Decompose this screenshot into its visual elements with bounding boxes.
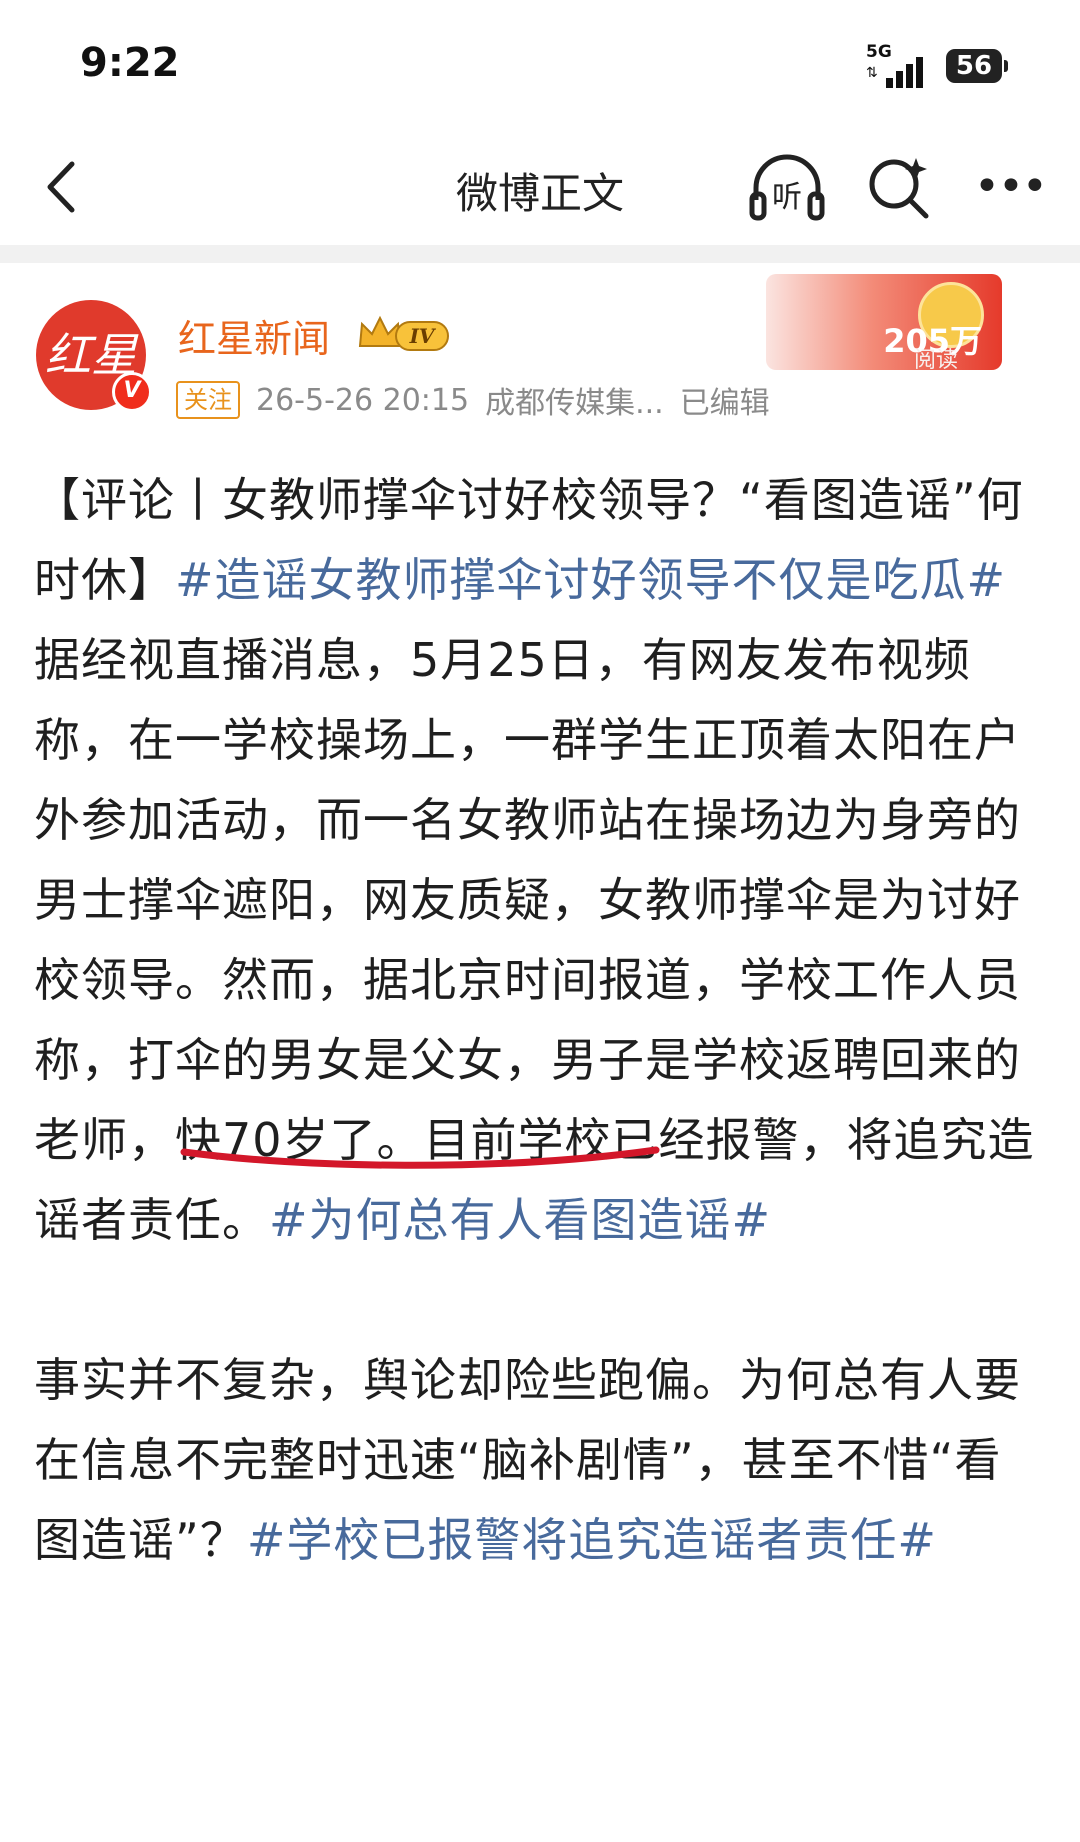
verify-mark: V <box>123 378 141 403</box>
signal-icon: 5G ⇅ <box>866 44 936 88</box>
hashtag-link[interactable]: #学校已报警将追究造谣者责任# <box>247 1513 937 1567</box>
battery-level: 56 <box>955 51 993 81</box>
post-timestamp: 26-5-26 20:15 <box>256 382 470 418</box>
read-label: 阅读 <box>913 348 958 371</box>
level-label: IV <box>409 324 437 348</box>
battery-icon: 56 <box>946 49 1008 83</box>
post-paragraph-2: 事实并不复杂，舆论却险些跑偏。为何总有人要在信息不完整时迅速“脑补剧情”，甚至不… <box>34 1340 1044 1580</box>
listen-label[interactable]: 听 <box>772 172 802 216</box>
nav-bar: 微博正文 听 ••• <box>0 130 1080 245</box>
post-body: 【评论丨女教师撑伞讨好校领导？“看图造谣”何时休】#造谣女教师撑伞讨好领导不仅是… <box>34 460 1044 1580</box>
divider <box>0 245 1080 263</box>
post-meta: 关注 26-5-26 20:15 成都传媒集... 已编辑 <box>176 378 770 422</box>
read-count-card: 205万 阅读 <box>766 274 1002 370</box>
status-indicators: 5G ⇅ 56 <box>866 44 1008 88</box>
red-underline-annotation <box>180 1146 660 1169</box>
more-icon[interactable]: ••• <box>974 160 1048 214</box>
verified-badge-icon: V <box>112 372 152 412</box>
hashtag-link[interactable]: #为何总有人看图造谣# <box>269 1193 771 1247</box>
status-bar: 9:22 5G ⇅ 56 <box>0 0 1080 130</box>
status-time: 9:22 <box>80 40 180 86</box>
post-source: 成都传媒集... <box>485 386 664 421</box>
edited-label: 已编辑 <box>679 386 770 421</box>
author-name[interactable]: 红星新闻 <box>178 308 330 363</box>
crown-level-icon: IV <box>358 315 449 351</box>
data-arrows-icon: ⇅ <box>866 65 878 81</box>
search-icon[interactable] <box>866 154 932 220</box>
hashtag-link[interactable]: #造谣女教师撑伞讨好领导不仅是吃瓜# <box>175 553 1006 607</box>
follow-button[interactable]: 关注 <box>176 381 240 419</box>
